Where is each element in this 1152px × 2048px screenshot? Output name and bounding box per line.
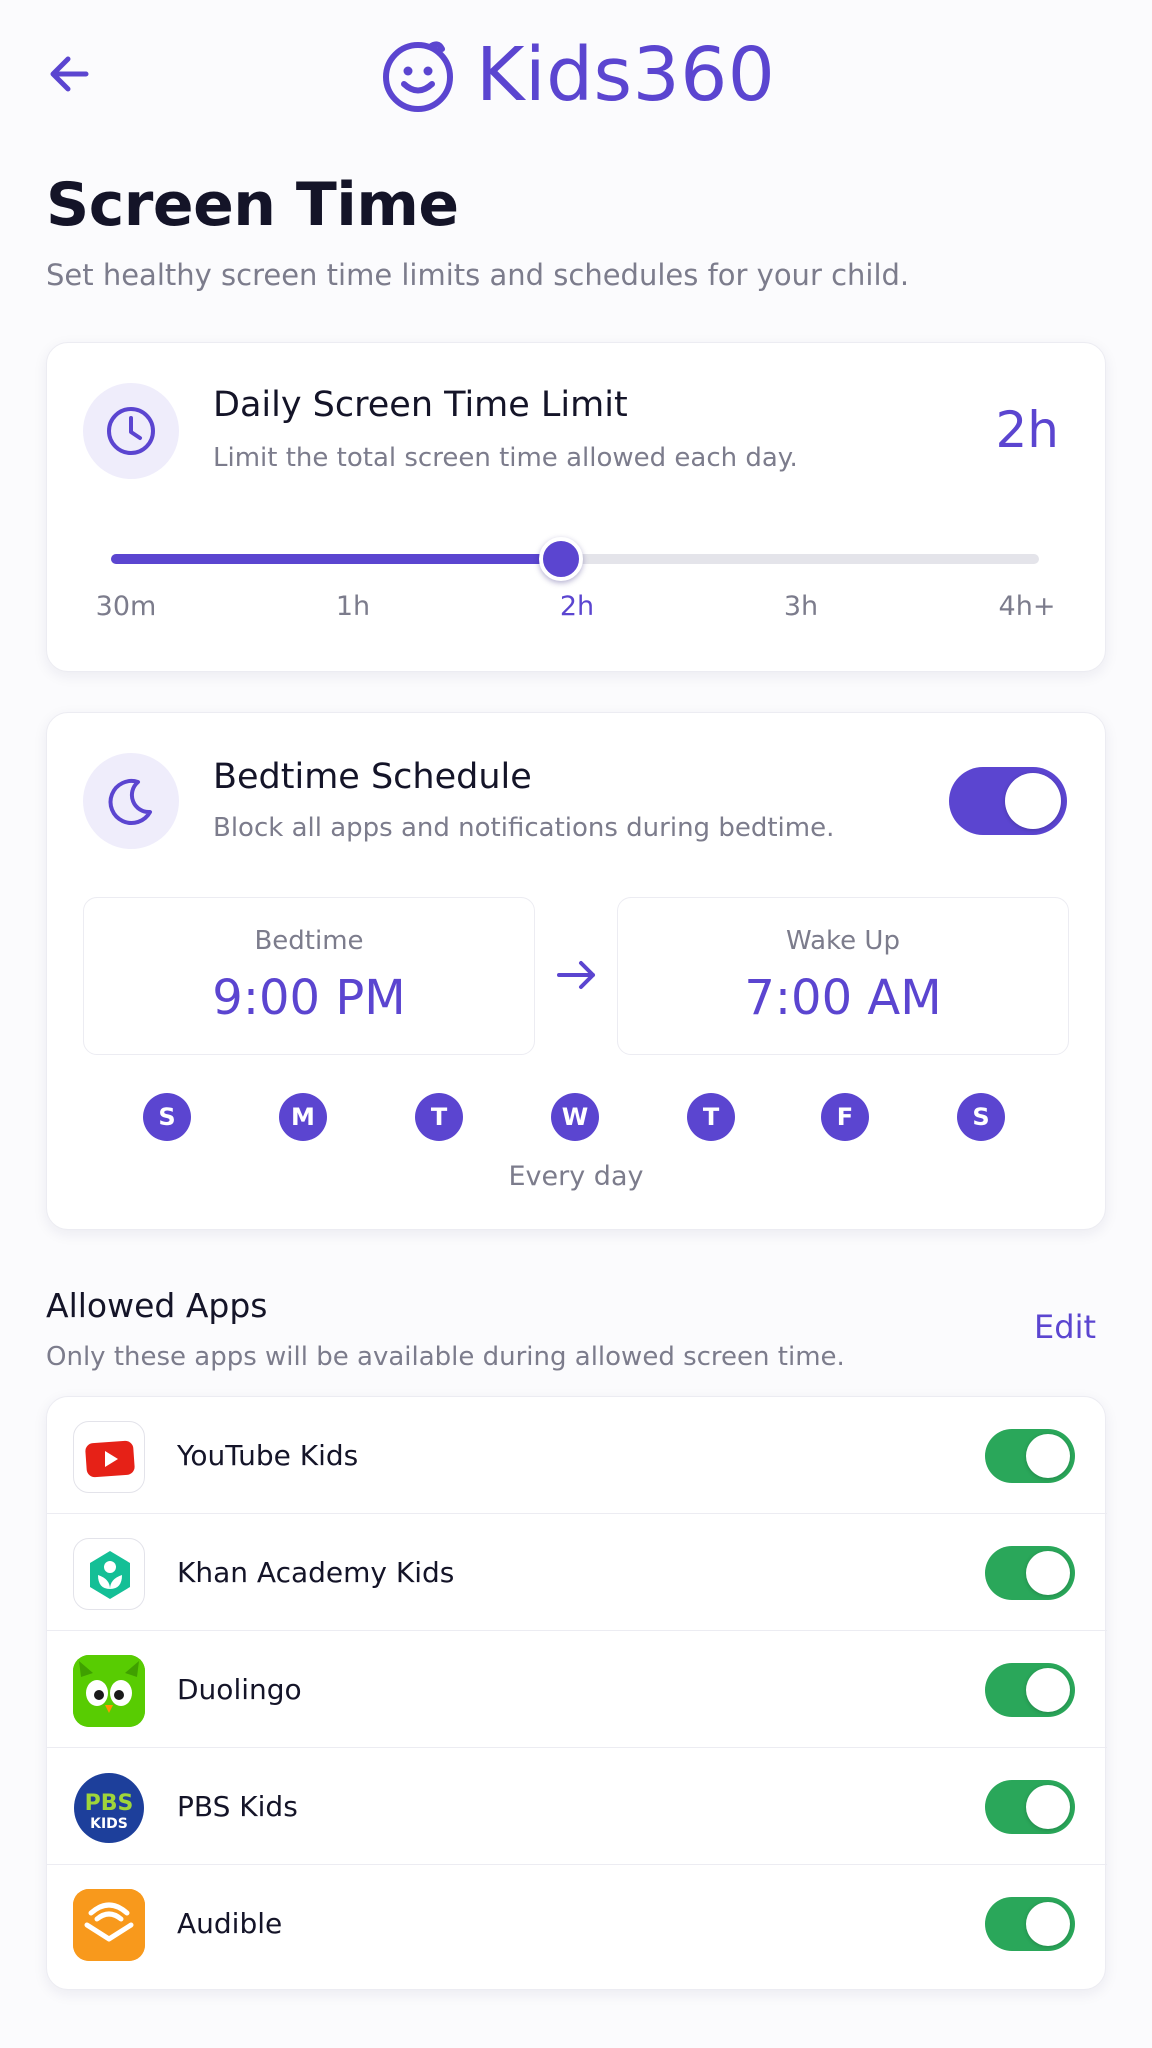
app-toggle-khan-academy-kids[interactable] — [985, 1546, 1075, 1600]
smiley-logo-icon — [383, 41, 453, 112]
slider-label[interactable]: 30m — [96, 591, 157, 622]
khan-academy-kids-icon — [73, 1538, 145, 1610]
logo: Kids360 — [380, 32, 775, 118]
toggle-knob — [1026, 1434, 1070, 1478]
day-toggle-thursday[interactable]: T — [687, 1093, 735, 1141]
bedtime-description: Block all apps and notifications during … — [213, 813, 835, 843]
bedtime-title: Bedtime Schedule — [213, 757, 532, 797]
page-title: Screen Time — [46, 170, 459, 240]
slider-labels: 30m 1h 2h 3h 4h+ — [47, 591, 1107, 631]
youtube-kids-icon — [73, 1421, 145, 1493]
app-toggle-duolingo[interactable] — [985, 1663, 1075, 1717]
bedtime-label: Bedtime — [254, 926, 364, 956]
allowed-apps-description: Only these apps will be available during… — [46, 1342, 845, 1372]
app-row-duolingo: Duolingo — [47, 1631, 1107, 1748]
daily-limit-card: Daily Screen Time Limit Limit the total … — [46, 342, 1106, 672]
back-arrow-icon[interactable] — [42, 46, 98, 102]
pbs-logo-text: PBS — [85, 1791, 134, 1816]
app-header: Kids360 — [0, 0, 1152, 150]
bedtime-time-box[interactable]: Bedtime 9:00 PM — [83, 897, 535, 1055]
toggle-knob — [1026, 1902, 1070, 1946]
app-toggle-pbs-kids[interactable] — [985, 1780, 1075, 1834]
slider-label[interactable]: 1h — [336, 591, 370, 622]
wake-value: 7:00 AM — [744, 970, 942, 1026]
toggle-knob — [1026, 1551, 1070, 1595]
toggle-knob — [1026, 1668, 1070, 1712]
app-row-pbs-kids: PBS KIDS PBS Kids — [47, 1748, 1107, 1865]
kids-logo-text: KIDS — [90, 1816, 128, 1832]
slider-label[interactable]: 4h+ — [999, 591, 1056, 622]
day-toggle-sunday[interactable]: S — [143, 1093, 191, 1141]
wake-time-box[interactable]: Wake Up 7:00 AM — [617, 897, 1069, 1055]
app-name: Kids360 — [476, 32, 776, 118]
day-toggle-tuesday[interactable]: T — [415, 1093, 463, 1141]
allowed-apps-title: Allowed Apps — [46, 1286, 268, 1325]
day-toggle-friday[interactable]: F — [821, 1093, 869, 1141]
wake-label: Wake Up — [786, 926, 900, 956]
page-subtitle: Set healthy screen time limits and sched… — [46, 258, 910, 292]
edit-apps-button[interactable]: Edit — [1034, 1308, 1096, 1346]
clock-icon — [83, 383, 179, 479]
bedtime-toggle[interactable] — [949, 767, 1067, 835]
bedtime-value: 9:00 PM — [212, 970, 406, 1026]
slider-fill — [111, 554, 561, 564]
pbs-kids-icon: PBS KIDS — [73, 1772, 145, 1844]
daily-limit-description: Limit the total screen time allowed each… — [213, 443, 798, 473]
app-row-audible: Audible — [47, 1865, 1107, 1982]
day-toggle-monday[interactable]: M — [279, 1093, 327, 1141]
app-name: Audible — [177, 1907, 283, 1940]
day-toggle-saturday[interactable]: S — [957, 1093, 1005, 1141]
bedtime-card: Bedtime Schedule Block all apps and noti… — [46, 712, 1106, 1230]
audible-icon — [73, 1889, 145, 1961]
allowed-apps-list: YouTube Kids Khan Academy Kids Duolingo … — [46, 1396, 1107, 1990]
app-name: YouTube Kids — [177, 1439, 359, 1472]
toggle-knob — [1005, 773, 1061, 829]
app-toggle-youtube-kids[interactable] — [985, 1429, 1075, 1483]
slider-label[interactable]: 2h — [560, 591, 594, 622]
app-toggle-audible[interactable] — [985, 1897, 1075, 1951]
days-caption: Every day — [508, 1161, 644, 1192]
app-name: PBS Kids — [177, 1790, 298, 1823]
toggle-knob — [1026, 1785, 1070, 1829]
slider-label[interactable]: 3h — [784, 591, 818, 622]
daily-limit-slider[interactable] — [111, 533, 1039, 583]
moon-icon — [83, 753, 179, 849]
arrow-right-icon — [555, 955, 599, 999]
slider-thumb[interactable] — [539, 537, 583, 581]
app-name: Khan Academy Kids — [177, 1556, 455, 1589]
app-name: Duolingo — [177, 1673, 302, 1706]
daily-limit-value: 2h — [995, 401, 1059, 459]
app-row-youtube-kids: YouTube Kids — [47, 1397, 1107, 1514]
day-toggle-wednesday[interactable]: W — [551, 1093, 599, 1141]
duolingo-icon — [73, 1655, 145, 1727]
daily-limit-title: Daily Screen Time Limit — [213, 385, 628, 425]
app-row-khan-academy-kids: Khan Academy Kids — [47, 1514, 1107, 1631]
